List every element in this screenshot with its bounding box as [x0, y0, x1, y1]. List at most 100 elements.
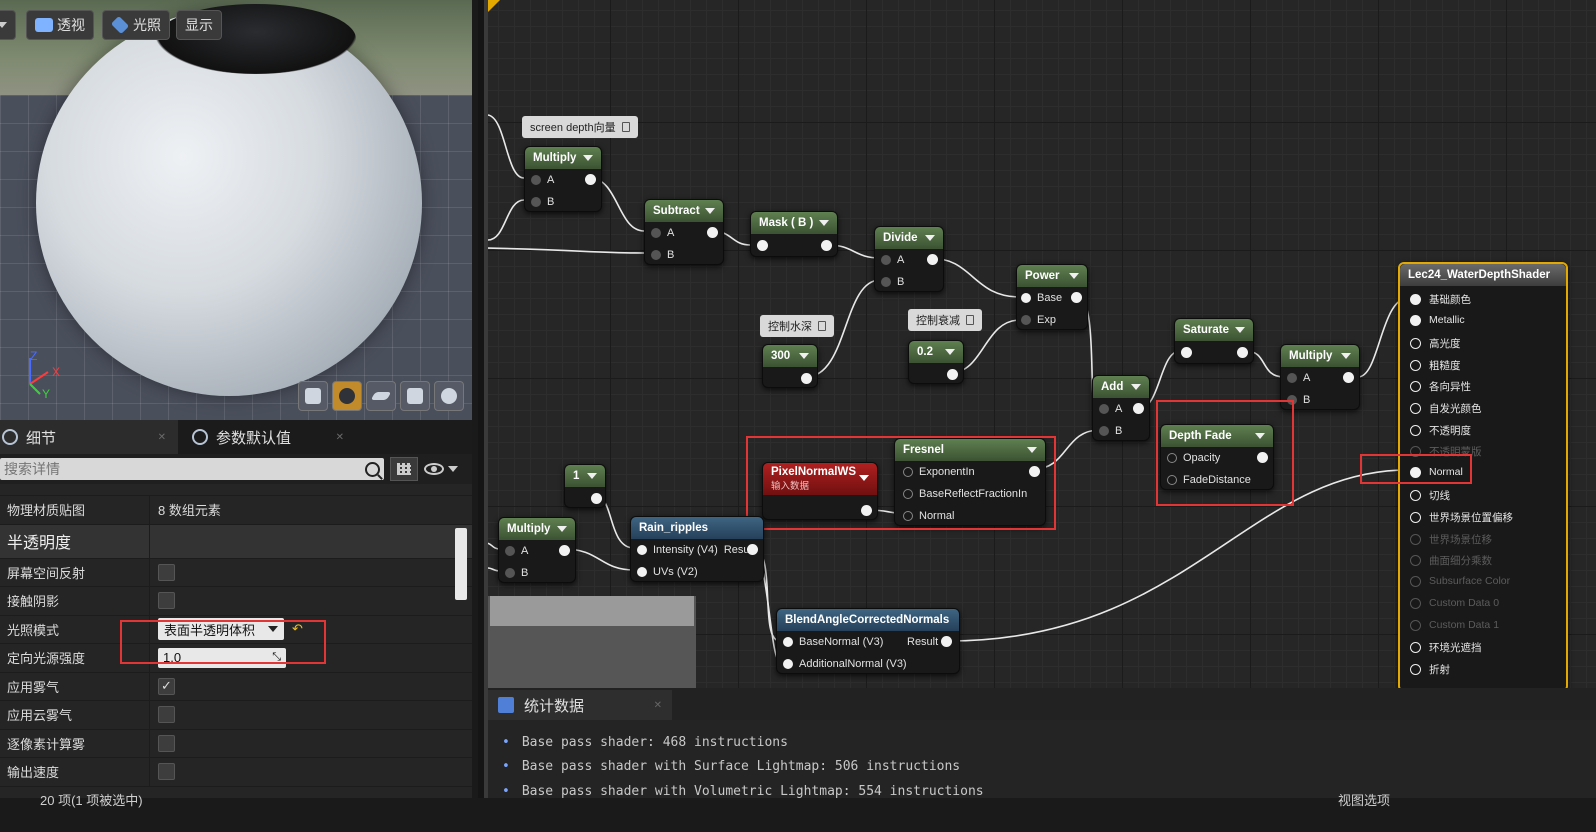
node-title: Mask ( B ): [759, 217, 814, 229]
output-pin[interactable]: [707, 227, 718, 238]
node-constant-1[interactable]: 1: [564, 464, 606, 508]
search-icon[interactable]: [365, 461, 380, 477]
axis-z-label: Z: [30, 349, 37, 363]
preview-teapot-button[interactable]: [434, 381, 464, 411]
apply-fogging-checkbox[interactable]: ✓: [158, 677, 175, 695]
chevron-down-icon[interactable]: [819, 220, 829, 226]
result-pin: 粗糙度: [1410, 358, 1461, 373]
highlight-normal-pin: [1360, 454, 1472, 484]
material-graph-canvas[interactable]: screen depth向量 控制水深 控制衰减 Multiply A B Su…: [484, 0, 1596, 688]
per-pixel-fog-checkbox[interactable]: [158, 734, 175, 752]
node-rain-ripples[interactable]: Rain_ripples Intensity (V4) Result UVs (V…: [630, 516, 764, 582]
preview-sphere-button[interactable]: [332, 381, 362, 411]
status-item-count: 20 项(1 项被选中): [40, 793, 143, 808]
tab-parameter-defaults[interactable]: 参数默认值 ✕: [178, 420, 356, 454]
perspective-button[interactable]: 透视: [26, 10, 94, 40]
pin-label: 世界场景位移: [1429, 534, 1492, 546]
chevron-down-icon[interactable]: [705, 208, 715, 214]
perspective-icon: [35, 18, 53, 32]
stats-line: Base pass shader with Volumetric Lightma…: [502, 779, 1582, 798]
output-pin[interactable]: [585, 174, 596, 185]
output-pin[interactable]: [1133, 403, 1144, 414]
comment-water-depth[interactable]: 控制水深: [760, 315, 834, 337]
view-options-button[interactable]: 视图选项: [1338, 790, 1390, 809]
output-pin[interactable]: [947, 369, 958, 380]
node-add[interactable]: Add A B: [1092, 375, 1150, 441]
chevron-down-icon[interactable]: [1069, 273, 1079, 279]
pin-label: 曲面细分乘数: [1429, 555, 1492, 567]
output-pin[interactable]: [941, 636, 952, 647]
output-pin[interactable]: [927, 254, 938, 265]
output-pin[interactable]: [1071, 292, 1082, 303]
show-button[interactable]: 显示: [176, 10, 222, 40]
output-pin[interactable]: [1343, 372, 1354, 383]
node-divide[interactable]: Divide A B: [874, 226, 944, 292]
output-pin[interactable]: [801, 373, 812, 384]
pin-label: Result: [907, 636, 939, 648]
pin-label: 基础颜色: [1429, 294, 1471, 306]
output-pin[interactable]: [747, 544, 758, 555]
tab-stats[interactable]: 统计数据 ✕: [488, 690, 672, 720]
pin-label: Intensity (V4): [653, 544, 718, 556]
node-power[interactable]: Power Base Exp: [1016, 264, 1088, 330]
lit-mode-button[interactable]: 光照: [102, 10, 170, 40]
property-matrix-button[interactable]: [390, 457, 418, 481]
close-icon[interactable]: ✕: [654, 700, 662, 711]
pin-label: A: [1115, 403, 1123, 415]
chevron-down-icon[interactable]: [945, 349, 955, 355]
chevron-down-icon[interactable]: [925, 235, 935, 241]
preview-plane-button[interactable]: [366, 381, 396, 411]
chevron-down-icon[interactable]: [799, 353, 809, 359]
preview-cylinder-button[interactable]: [298, 381, 328, 411]
chevron-down-icon[interactable]: [1131, 384, 1141, 390]
property-label: 物理材质贴图: [0, 496, 150, 524]
output-pin[interactable]: [1237, 347, 1248, 358]
node-saturate[interactable]: Saturate: [1174, 318, 1254, 364]
output-pin[interactable]: [559, 545, 570, 556]
pin-label: B: [521, 567, 529, 579]
node-title: Divide: [883, 232, 918, 244]
pin-a: A: [505, 545, 528, 557]
viewport-menu-button[interactable]: [0, 10, 16, 40]
preview-cube-button[interactable]: [400, 381, 430, 411]
details-search-box[interactable]: [0, 458, 384, 480]
input-pin[interactable]: [757, 240, 768, 251]
close-icon[interactable]: ✕: [336, 432, 344, 443]
details-search-input[interactable]: [4, 461, 344, 477]
contact-shadows-checkbox[interactable]: [158, 592, 175, 610]
teapot-icon: [441, 388, 457, 404]
tab-details[interactable]: 细节 ✕: [0, 420, 178, 454]
chevron-down-icon[interactable]: [1235, 327, 1245, 333]
output-pin[interactable]: [821, 240, 832, 251]
property-label: 逐像素计算雾: [0, 729, 150, 757]
highlight-depth-fade: [1156, 400, 1294, 506]
node-multiply-3[interactable]: Multiply A B: [498, 517, 576, 583]
node-constant-300[interactable]: 300: [762, 344, 818, 388]
node-title: Lec24_WaterDepthShader: [1408, 269, 1551, 281]
node-blend-angle-corrected-normals[interactable]: BlendAngleCorrectedNormals BaseNormal (V…: [776, 608, 960, 674]
input-pin[interactable]: [1181, 347, 1192, 358]
comment-screen-depth[interactable]: screen depth向量: [522, 116, 638, 138]
material-preview-viewport[interactable]: 透视 光照 显示 Z X Y: [0, 0, 478, 420]
output-velocity-checkbox[interactable]: [158, 763, 175, 781]
pin-icon: [621, 122, 630, 132]
close-icon[interactable]: ✕: [158, 432, 166, 443]
chevron-down-icon[interactable]: [1341, 353, 1351, 359]
screen-space-reflections-checkbox[interactable]: [158, 563, 175, 581]
pin-additional-normal: AdditionalNormal (V3): [783, 658, 907, 670]
result-pin: Subsurface Color: [1410, 575, 1510, 587]
comment-falloff[interactable]: 控制衰减: [908, 309, 982, 331]
node-multiply-1[interactable]: Multiply A B: [524, 146, 602, 212]
node-mask-b[interactable]: Mask ( B ): [750, 211, 838, 257]
details-scrollbar[interactable]: [455, 528, 467, 600]
chevron-down-icon[interactable]: [583, 155, 593, 161]
node-subtract[interactable]: Subtract A B: [644, 199, 724, 265]
graph-minimap[interactable]: [488, 596, 696, 688]
output-pin[interactable]: [591, 493, 602, 504]
visibility-filter-button[interactable]: [424, 463, 458, 475]
chevron-down-icon[interactable]: [587, 473, 597, 479]
section-translucency[interactable]: 半透明度: [0, 524, 472, 559]
apply-cloud-fogging-checkbox[interactable]: [158, 706, 175, 724]
node-constant-0-2[interactable]: 0.2: [908, 340, 964, 384]
chevron-down-icon[interactable]: [557, 526, 567, 532]
